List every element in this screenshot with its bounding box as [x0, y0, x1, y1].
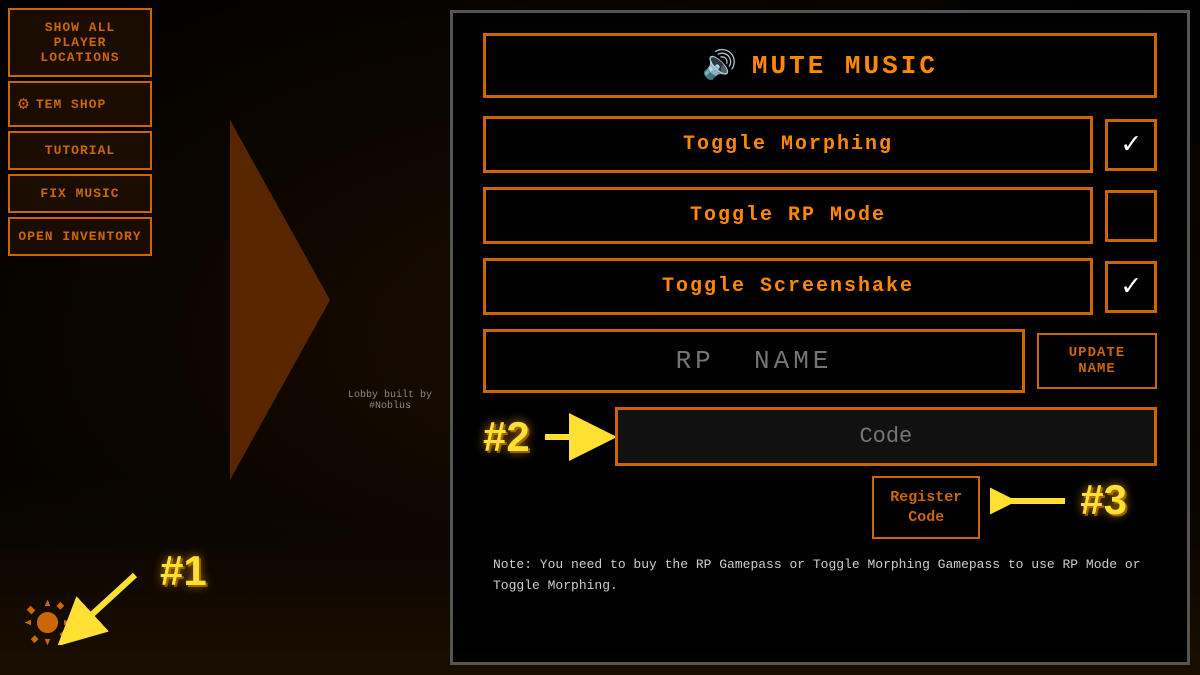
toggle-screenshake-row: Toggle Screenshake: [483, 258, 1157, 315]
annotation-three: #3: [1080, 476, 1127, 524]
toggle-rp-mode-checkbox[interactable]: [1105, 190, 1157, 242]
toggle-screenshake-button[interactable]: Toggle Screenshake: [483, 258, 1093, 315]
toggle-morphing-button[interactable]: Toggle Morphing: [483, 116, 1093, 173]
tem-shop-button[interactable]: ⚙ TEM SHOP: [8, 81, 152, 127]
toggle-morphing-row: Toggle Morphing: [483, 116, 1157, 173]
toggle-rp-mode-button[interactable]: Toggle RP Mode: [483, 187, 1093, 244]
mute-music-button[interactable]: 🔊 MUTE MUSIC: [483, 33, 1157, 98]
speaker-icon: 🔊: [702, 48, 740, 83]
toggle-screenshake-checkbox[interactable]: [1105, 261, 1157, 313]
annotation-two: #2: [483, 413, 530, 461]
arrow-one: [55, 565, 155, 645]
tutorial-button[interactable]: Tutorial: [8, 131, 152, 170]
main-panel: 🔊 MUTE MUSIC Toggle Morphing Toggle RP M…: [450, 10, 1190, 665]
arrow-three: [990, 476, 1070, 526]
note-text: Note: You need to buy the RP Gamepass or…: [483, 555, 1157, 597]
annotation-one: #1: [160, 547, 207, 595]
open-inventory-button[interactable]: OPEN INVENTORY: [8, 217, 152, 256]
update-name-button[interactable]: UPDATE NAME: [1037, 333, 1157, 389]
tem-icon: ⚙: [18, 93, 30, 115]
register-code-row: RegisterCode #3: [483, 476, 1157, 539]
rp-name-row: UPDATE NAME: [483, 329, 1157, 393]
fix-music-button[interactable]: Fix Music: [8, 174, 152, 213]
chevron-decoration: [230, 120, 330, 480]
lobby-credit: Lobby built by #Noblus: [348, 390, 432, 412]
toggle-morphing-checkbox[interactable]: [1105, 119, 1157, 171]
register-code-button[interactable]: RegisterCode: [872, 476, 980, 539]
show-all-locations-button[interactable]: Show All Player Locations: [8, 8, 152, 77]
code-row: #2: [483, 407, 1157, 466]
rp-name-input[interactable]: [483, 329, 1025, 393]
toggle-rp-mode-row: Toggle RP Mode: [483, 187, 1157, 244]
arrow-two: [540, 412, 620, 462]
code-input[interactable]: [615, 407, 1157, 466]
